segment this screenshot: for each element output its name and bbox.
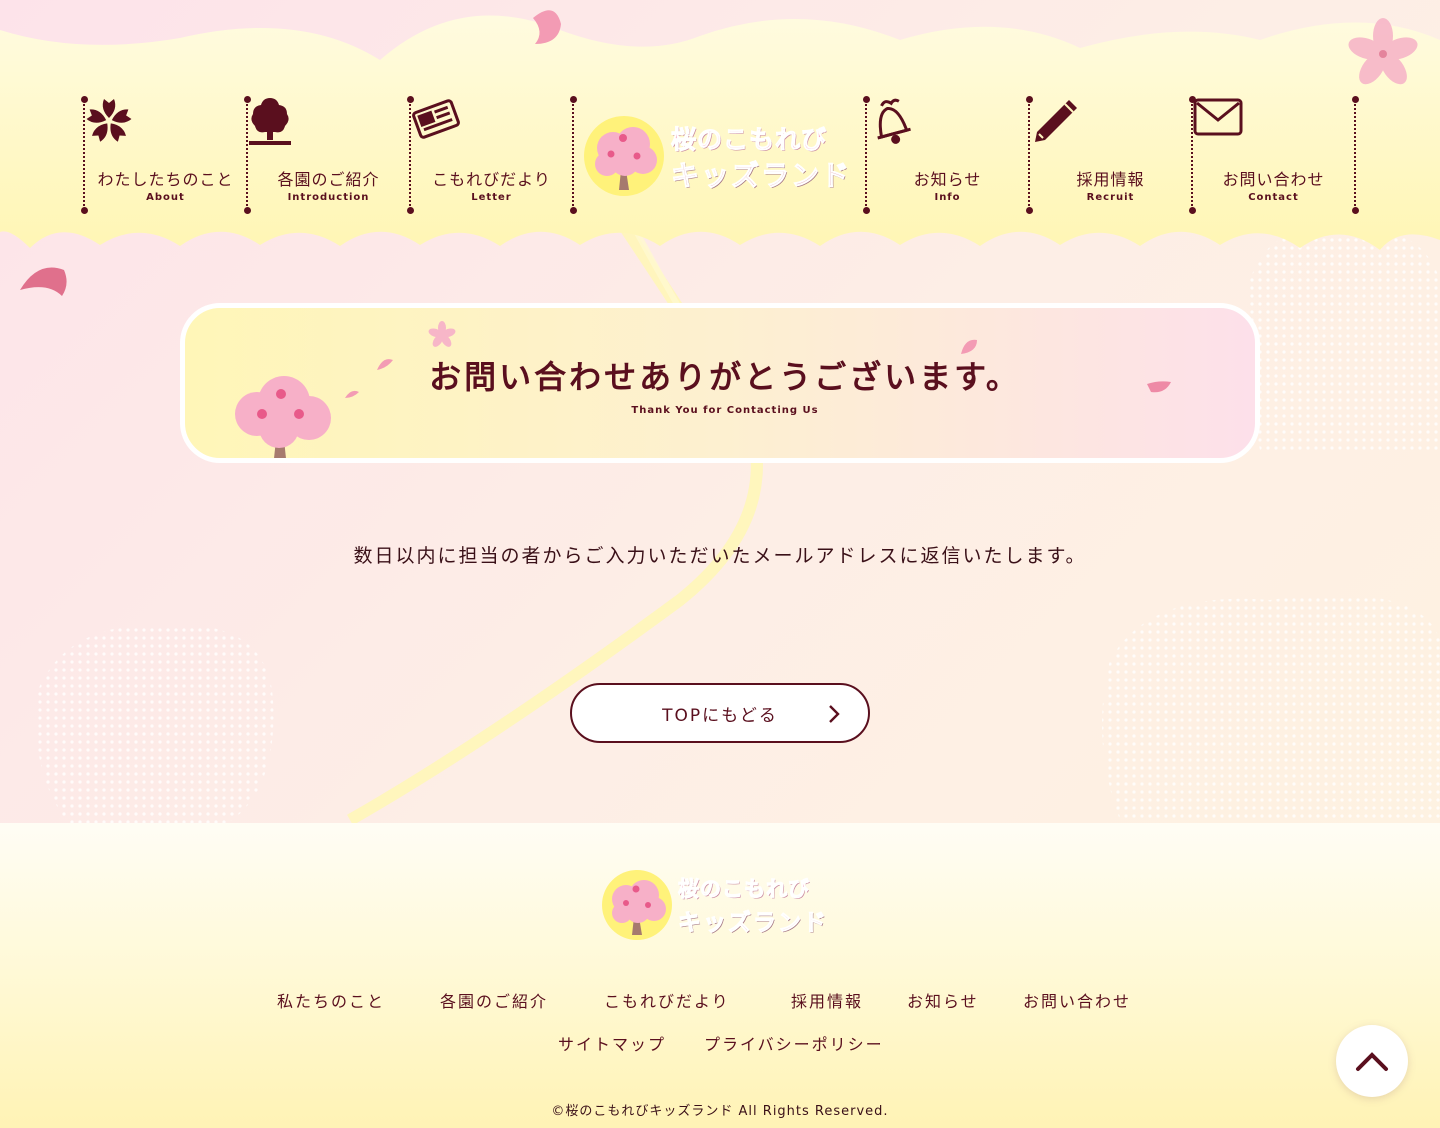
page-subtitle: Thank You for Contacting Us <box>631 405 819 416</box>
page-top-button[interactable] <box>1336 1025 1408 1097</box>
footer-logo[interactable]: 桜のこもれび キッズランド <box>602 869 842 945</box>
nav-item-letter[interactable]: こもれびだより Letter <box>410 96 573 214</box>
sakura-flower-decoration <box>1348 18 1418 85</box>
logo-text-bottom: キッズランド <box>678 910 828 937</box>
nav-sublabel: Contact <box>1248 192 1299 203</box>
nav-label: 採用情報 <box>1076 170 1145 189</box>
logo-tree-icon <box>584 116 664 196</box>
footer-link-introduction[interactable]: 各園のご紹介 <box>440 988 548 1012</box>
logo-text-bottom: キッズランド <box>670 159 852 193</box>
page-title: お問い合わせありがとうございます。 <box>429 358 1021 396</box>
back-to-top-label: TOPにもどる <box>662 705 778 726</box>
nav-sublabel: Info <box>934 192 961 203</box>
footer-link-info[interactable]: お知らせ <box>907 988 979 1012</box>
copyright: ©桜のこもれびキッズランド All Rights Reserved. <box>551 1104 889 1119</box>
sakura-flower-decoration <box>428 321 456 347</box>
newspaper-icon <box>412 99 520 158</box>
footer-link-sitemap[interactable]: サイトマップ <box>558 1031 666 1055</box>
header: わたしたちのこと About 各園のご紹介 Introduction こもれびだ… <box>0 0 1440 296</box>
footer-link-contact[interactable]: お問い合わせ <box>1023 988 1131 1012</box>
confirmation-message: 数日以内に担当の者からご入力いただいたメールアドレスに返信いたします。 <box>353 545 1087 567</box>
page: わたしたちのこと About 各園のご紹介 Introduction こもれびだ… <box>0 0 1440 1128</box>
nav-sublabel: Letter <box>471 192 512 203</box>
nav-item-recruit[interactable]: 採用情報 Recruit <box>1029 96 1192 214</box>
nav-sublabel: About <box>146 192 185 203</box>
logo-text-top: 桜のこもれび <box>678 877 810 902</box>
nav-label: こもれびだより <box>432 170 551 189</box>
nav-label: 各園のご紹介 <box>277 170 380 189</box>
dot-pattern-decoration <box>36 624 274 823</box>
pencil-icon <box>1035 100 1139 158</box>
sakura-flower-icon <box>86 99 194 158</box>
nav-item-contact[interactable]: お問い合わせ Contact <box>1192 96 1355 214</box>
petal-decoration <box>20 267 67 296</box>
dot-pattern-decoration <box>1102 595 1440 820</box>
footer-subnav: サイトマップ プライバシーポリシー <box>0 1031 1440 1055</box>
envelope-icon <box>1193 98 1302 158</box>
logo-tree-icon <box>602 870 672 940</box>
nav-label: お知らせ <box>913 170 982 189</box>
footer-link-letter[interactable]: こもれびだより <box>604 988 730 1012</box>
footer-link-about[interactable]: 私たちのこと <box>277 988 385 1012</box>
back-to-top-button[interactable]: TOPにもどる <box>570 683 870 743</box>
logo-text-top: 桜のこもれび <box>670 125 828 155</box>
footer-nav: 私たちのこと 各園のご紹介 こもれびだより 採用情報 お知らせ お問い合わせ <box>0 988 1440 1012</box>
nav-item-about[interactable]: わたしたちのこと About <box>84 96 247 214</box>
petal-decoration <box>533 10 561 45</box>
chevron-up-icon <box>1356 1052 1388 1071</box>
footer-link-recruit[interactable]: 採用情報 <box>791 988 863 1012</box>
nav-sublabel: Recruit <box>1086 192 1135 203</box>
nav-item-info[interactable]: お知らせ Info <box>866 96 1029 214</box>
tree-icon <box>249 98 357 158</box>
site-logo[interactable]: 桜のこもれび キッズランド <box>583 110 863 200</box>
nav-item-introduction[interactable]: 各園のご紹介 Introduction <box>247 96 410 214</box>
nav-sublabel: Introduction <box>287 192 370 203</box>
nav-label: お問い合わせ <box>1222 170 1325 189</box>
thanks-banner: お問い合わせありがとうございます。 Thank You for Contacti… <box>180 303 1260 463</box>
nav-label: わたしたちのこと <box>97 170 234 189</box>
chevron-right-icon <box>829 705 840 723</box>
footer: 桜のこもれび キッズランド 私たちのこと 各園のご紹介 こもれびだより 採用情報… <box>0 823 1440 1128</box>
footer-link-privacy[interactable]: プライバシーポリシー <box>704 1031 884 1055</box>
bell-icon <box>877 98 976 158</box>
